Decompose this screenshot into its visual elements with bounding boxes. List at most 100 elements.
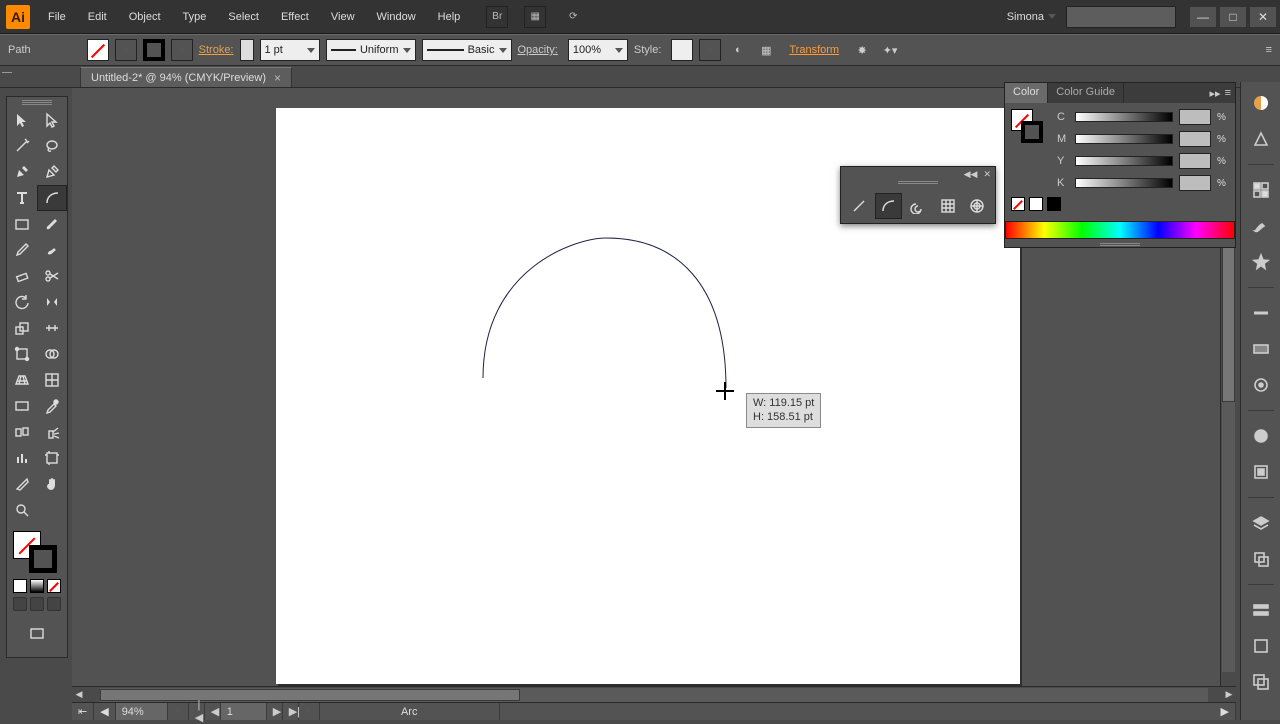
screen-mode-button[interactable] bbox=[22, 621, 52, 647]
panel-menu-icon[interactable]: ≡ bbox=[1225, 87, 1231, 99]
stroke-dropdown[interactable] bbox=[171, 39, 193, 61]
magic-wand-tool[interactable] bbox=[7, 133, 37, 159]
mesh-tool[interactable] bbox=[37, 367, 67, 393]
type-tool[interactable] bbox=[7, 185, 37, 211]
nav-first[interactable]: |◀ bbox=[189, 703, 205, 720]
artboard-number-field[interactable]: 1 bbox=[221, 703, 267, 720]
column-graph-tool[interactable] bbox=[7, 445, 37, 471]
symbols-panel-icon[interactable] bbox=[1248, 249, 1274, 275]
color-mode-solid[interactable] bbox=[13, 579, 27, 593]
color-guide-panel-icon[interactable] bbox=[1248, 126, 1274, 152]
opacity-label[interactable]: Opacity: bbox=[518, 44, 558, 56]
draw-inside[interactable] bbox=[47, 597, 61, 611]
arc-tool-flyout[interactable] bbox=[875, 193, 903, 219]
arc-tool[interactable] bbox=[37, 185, 67, 211]
menu-effect[interactable]: Effect bbox=[271, 4, 319, 30]
gradient-panel-icon[interactable] bbox=[1248, 336, 1274, 362]
graphic-styles-panel-icon[interactable] bbox=[1248, 459, 1274, 485]
graphic-style-swatch[interactable] bbox=[671, 39, 693, 61]
panel-collapse-icon[interactable]: ▸▸ bbox=[1210, 87, 1221, 100]
m-slider[interactable] bbox=[1075, 134, 1173, 144]
rectangular-grid-tool[interactable] bbox=[934, 193, 962, 219]
stroke-panel-icon[interactable] bbox=[1248, 300, 1274, 326]
first-artboard-button[interactable]: ⇤ bbox=[72, 703, 94, 720]
artboards-panel-icon[interactable] bbox=[1248, 546, 1274, 572]
arrange-docs-button[interactable]: ▦ bbox=[524, 6, 546, 28]
color-tab[interactable]: Color bbox=[1005, 83, 1048, 103]
lasso-tool[interactable] bbox=[37, 133, 67, 159]
color-mode-gradient[interactable] bbox=[30, 579, 44, 593]
help-search-input[interactable] bbox=[1066, 6, 1176, 28]
nav-next[interactable]: ▶ bbox=[267, 703, 283, 720]
m-value[interactable] bbox=[1179, 131, 1211, 147]
align-panel-icon[interactable] bbox=[1248, 597, 1274, 623]
fill-swatch[interactable] bbox=[87, 39, 109, 61]
pathfinder-panel-icon[interactable] bbox=[1248, 669, 1274, 695]
shape-builder-tool[interactable] bbox=[37, 341, 67, 367]
eyedropper-tool[interactable] bbox=[37, 393, 67, 419]
free-transform-tool[interactable] bbox=[7, 341, 37, 367]
status-dropdown[interactable]: ▶ bbox=[1215, 703, 1236, 720]
c-slider[interactable] bbox=[1075, 112, 1173, 122]
c-value[interactable] bbox=[1179, 109, 1211, 125]
zoom-field[interactable]: 94% bbox=[116, 703, 168, 720]
k-value[interactable] bbox=[1179, 175, 1211, 191]
align-button[interactable]: ▦ bbox=[755, 39, 777, 61]
gradient-tool[interactable] bbox=[7, 393, 37, 419]
layers-panel-icon[interactable] bbox=[1248, 510, 1274, 536]
pencil-tool[interactable] bbox=[7, 237, 37, 263]
menu-object[interactable]: Object bbox=[119, 4, 171, 30]
color-mode-none[interactable] bbox=[47, 579, 61, 593]
appearance-panel-icon[interactable] bbox=[1248, 423, 1274, 449]
artboard-nav-dropdown[interactable] bbox=[299, 703, 320, 720]
selection-tool[interactable] bbox=[7, 107, 37, 133]
draw-behind[interactable] bbox=[30, 597, 44, 611]
flyout-collapse-icon[interactable]: ◀◀ bbox=[964, 169, 978, 180]
line-tools-flyout[interactable]: ◀◀✕ bbox=[840, 166, 996, 224]
opacity-field[interactable]: 100% bbox=[568, 39, 628, 61]
panel-resize-grip[interactable] bbox=[1100, 243, 1140, 244]
direct-selection-tool[interactable] bbox=[37, 107, 67, 133]
y-value[interactable] bbox=[1179, 153, 1211, 169]
tab-grip[interactable] bbox=[2, 68, 16, 76]
zoom-dropdown[interactable] bbox=[168, 703, 189, 720]
menu-help[interactable]: Help bbox=[428, 4, 471, 30]
user-menu[interactable]: Simona bbox=[999, 11, 1064, 23]
pen-tool[interactable] bbox=[7, 159, 37, 185]
window-close[interactable]: ✕ bbox=[1250, 7, 1276, 27]
k-slider[interactable] bbox=[1075, 178, 1173, 188]
y-slider[interactable] bbox=[1075, 156, 1173, 166]
recolor-button[interactable]: ◐ bbox=[727, 39, 749, 61]
width-tool[interactable] bbox=[37, 315, 67, 341]
white-swatch[interactable] bbox=[1029, 197, 1043, 211]
color-spectrum[interactable] bbox=[1005, 221, 1235, 239]
menu-view[interactable]: View bbox=[321, 4, 365, 30]
symbol-sprayer-tool[interactable] bbox=[37, 419, 67, 445]
color-guide-tab[interactable]: Color Guide bbox=[1048, 83, 1124, 103]
scissors-tool[interactable] bbox=[37, 263, 67, 289]
bridge-button[interactable]: Br bbox=[486, 6, 508, 28]
panel-menu-icon[interactable]: ≡ bbox=[1266, 44, 1272, 56]
line-segment-tool[interactable] bbox=[845, 193, 873, 219]
paintbrush-tool[interactable] bbox=[37, 211, 67, 237]
isolate-button[interactable]: ✸ bbox=[851, 39, 873, 61]
color-panel-icon[interactable] bbox=[1248, 90, 1274, 116]
nav-last[interactable]: ▶| bbox=[283, 703, 299, 720]
rectangle-tool[interactable] bbox=[7, 211, 37, 237]
stroke-weight-stepper[interactable] bbox=[240, 39, 254, 61]
nav-prev[interactable]: ◀ bbox=[205, 703, 221, 720]
transparency-panel-icon[interactable] bbox=[1248, 372, 1274, 398]
rotate-tool[interactable] bbox=[7, 289, 37, 315]
slice-tool[interactable] bbox=[7, 471, 37, 497]
perspective-grid-tool[interactable] bbox=[7, 367, 37, 393]
scale-tool[interactable] bbox=[7, 315, 37, 341]
sync-icon[interactable]: ⟳ bbox=[562, 6, 584, 28]
select-similar-button[interactable]: ✦▾ bbox=[879, 39, 901, 61]
spiral-tool[interactable] bbox=[904, 193, 932, 219]
swatches-panel-icon[interactable] bbox=[1248, 177, 1274, 203]
black-swatch[interactable] bbox=[1047, 197, 1061, 211]
artboard-tool[interactable] bbox=[37, 445, 67, 471]
prev-artboard-button[interactable]: ◀ bbox=[94, 703, 115, 720]
variable-width-profile[interactable]: Uniform bbox=[326, 39, 416, 61]
menu-select[interactable]: Select bbox=[218, 4, 269, 30]
